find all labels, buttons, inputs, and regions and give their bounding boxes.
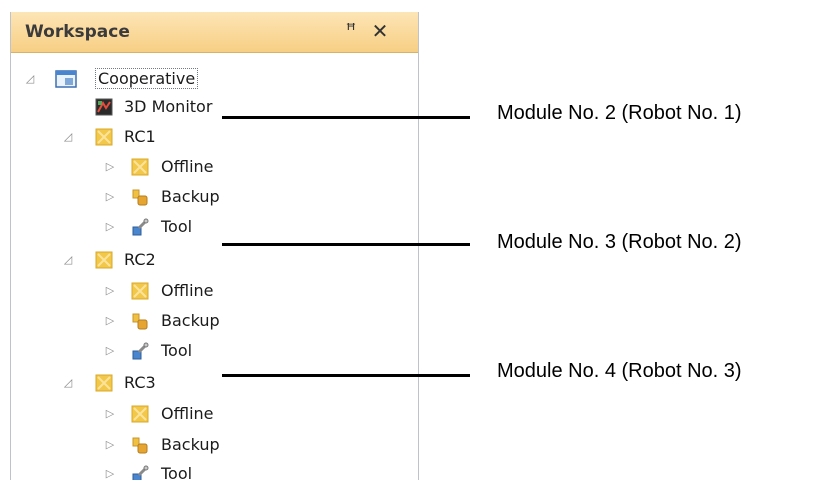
- tree-item-backup[interactable]: ▷ Backup: [11, 433, 411, 459]
- tree-item-tool[interactable]: ▷ Tool: [11, 462, 411, 480]
- close-icon[interactable]: ✕: [369, 19, 391, 43]
- expand-arrow-icon[interactable]: ▷: [105, 161, 115, 173]
- callout-line: [222, 243, 470, 246]
- callout-line: [222, 374, 470, 377]
- collapse-arrow-icon[interactable]: ◿: [25, 73, 35, 85]
- tree-item-rc1[interactable]: ◿ RC1: [11, 125, 411, 151]
- tree-item-cooperative[interactable]: ◿ Cooperative: [11, 67, 411, 93]
- callout-line: [222, 116, 470, 119]
- offline-icon: [131, 158, 149, 176]
- project-icon: [55, 70, 77, 88]
- tree-item-label: Cooperative: [95, 68, 199, 89]
- offline-icon: [131, 282, 149, 300]
- tree-item-offline[interactable]: ▷ Offline: [11, 155, 411, 181]
- expand-arrow-icon[interactable]: ▷: [105, 408, 115, 420]
- callout-label-rc2: Module No. 3 (Robot No. 2): [497, 231, 742, 253]
- controller-icon: [95, 374, 113, 392]
- backup-icon: [132, 189, 148, 206]
- pin-icon[interactable]: ꟸ: [340, 19, 362, 43]
- workspace-title: Workspace: [25, 22, 130, 42]
- tree-item-label: Tool: [161, 341, 193, 360]
- tree-item-offline[interactable]: ▷ Offline: [11, 402, 411, 428]
- expand-arrow-icon[interactable]: ▷: [105, 468, 115, 480]
- tree-item-label: RC3: [124, 373, 156, 392]
- tree-item-label: Tool: [161, 217, 193, 236]
- expand-arrow-icon[interactable]: ▷: [105, 315, 115, 327]
- expand-arrow-icon[interactable]: ▷: [105, 345, 115, 357]
- collapse-arrow-icon[interactable]: ◿: [63, 131, 73, 143]
- tree-item-label: RC2: [124, 250, 156, 269]
- tree-item-tool[interactable]: ▷ Tool: [11, 339, 411, 365]
- tree-item-label: Offline: [161, 404, 214, 423]
- tree-item-label: Backup: [161, 435, 220, 454]
- tree-item-tool[interactable]: ▷ Tool: [11, 215, 411, 241]
- callout-label-rc3: Module No. 4 (Robot No. 3): [497, 360, 742, 382]
- tree-item-label: Offline: [161, 157, 214, 176]
- tree-item-rc2[interactable]: ◿ RC2: [11, 248, 411, 274]
- tree-item-label: 3D Monitor: [124, 97, 213, 116]
- tree-item-label: RC1: [124, 127, 156, 146]
- workspace-title-bar: Workspace ꟸ ✕: [11, 12, 418, 53]
- offline-icon: [131, 405, 149, 423]
- tree-item-label: Offline: [161, 281, 214, 300]
- expand-arrow-icon[interactable]: ▷: [105, 285, 115, 297]
- tool-icon: [132, 342, 149, 360]
- tree-item-backup[interactable]: ▷ Backup: [11, 309, 411, 335]
- tree-item-offline[interactable]: ▷ Offline: [11, 279, 411, 305]
- tree-item-label: Backup: [161, 311, 220, 330]
- collapse-arrow-icon[interactable]: ◿: [63, 377, 73, 389]
- tree-item-label: Tool: [161, 464, 193, 480]
- tree-item-label: Backup: [161, 187, 220, 206]
- callout-label-rc1: Module No. 2 (Robot No. 1): [497, 102, 742, 124]
- workspace-panel: Workspace ꟸ ✕ ◿ Cooperative 3D Monitor ◿…: [10, 12, 419, 480]
- backup-icon: [132, 313, 148, 330]
- tool-icon: [132, 218, 149, 236]
- 3d-monitor-icon: [95, 98, 113, 116]
- backup-icon: [132, 437, 148, 454]
- expand-arrow-icon[interactable]: ▷: [105, 221, 115, 233]
- expand-arrow-icon[interactable]: ▷: [105, 439, 115, 451]
- tool-icon: [132, 465, 149, 480]
- tree-item-backup[interactable]: ▷ Backup: [11, 185, 411, 211]
- collapse-arrow-icon[interactable]: ◿: [63, 254, 73, 266]
- expand-arrow-icon[interactable]: ▷: [105, 191, 115, 203]
- controller-icon: [95, 251, 113, 269]
- controller-icon: [95, 128, 113, 146]
